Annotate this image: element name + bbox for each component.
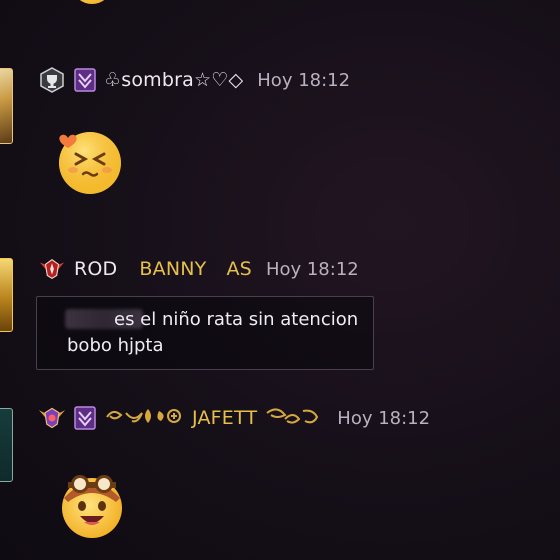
- previous-sticker-partial: [74, 0, 110, 4]
- grey-trophy-badge-icon: [38, 67, 66, 93]
- avatar-rod-banny[interactable]: [0, 258, 13, 332]
- message-time: Hoy 18:12: [257, 69, 351, 91]
- message-header-2: ROD BANNY AS Hoy 18:12: [38, 257, 359, 281]
- red-winged-badge-icon: [38, 256, 66, 282]
- avatar-jafett[interactable]: [0, 408, 13, 482]
- pilot-goggles-emoji-sticker: [56, 468, 128, 544]
- avatar-sombra[interactable]: [0, 68, 13, 144]
- username-jafett[interactable]: JAFETT: [192, 407, 257, 429]
- heroic-winged-badge-icon: [38, 405, 66, 431]
- purple-guild-badge-icon: [74, 406, 96, 430]
- username-banny[interactable]: BANNY: [139, 258, 206, 280]
- message-bubble[interactable]: es el niño rata sin atencion bobo hjpta: [36, 296, 374, 370]
- ornament-right-icon: [265, 405, 323, 431]
- message-header-3: JAFETT Hoy 18:12: [38, 406, 430, 430]
- username-rod[interactable]: ROD: [74, 258, 117, 280]
- message-time: Hoy 18:12: [265, 258, 359, 280]
- message-text-line-1: es el niño rata sin atencion: [114, 309, 359, 330]
- ornament-left-icon: [104, 405, 190, 431]
- purple-guild-badge-icon: [74, 68, 96, 92]
- message-time: Hoy 18:12: [337, 407, 431, 429]
- message-header-1: ♧sombra☆♡◇ Hoy 18:12: [38, 67, 351, 93]
- message-text-line-2: bobo hjpta: [67, 335, 164, 356]
- username-as[interactable]: AS: [226, 258, 251, 280]
- grimace-emoji-sticker: [56, 126, 128, 202]
- username-sombra[interactable]: ♧sombra☆♡◇: [104, 69, 243, 91]
